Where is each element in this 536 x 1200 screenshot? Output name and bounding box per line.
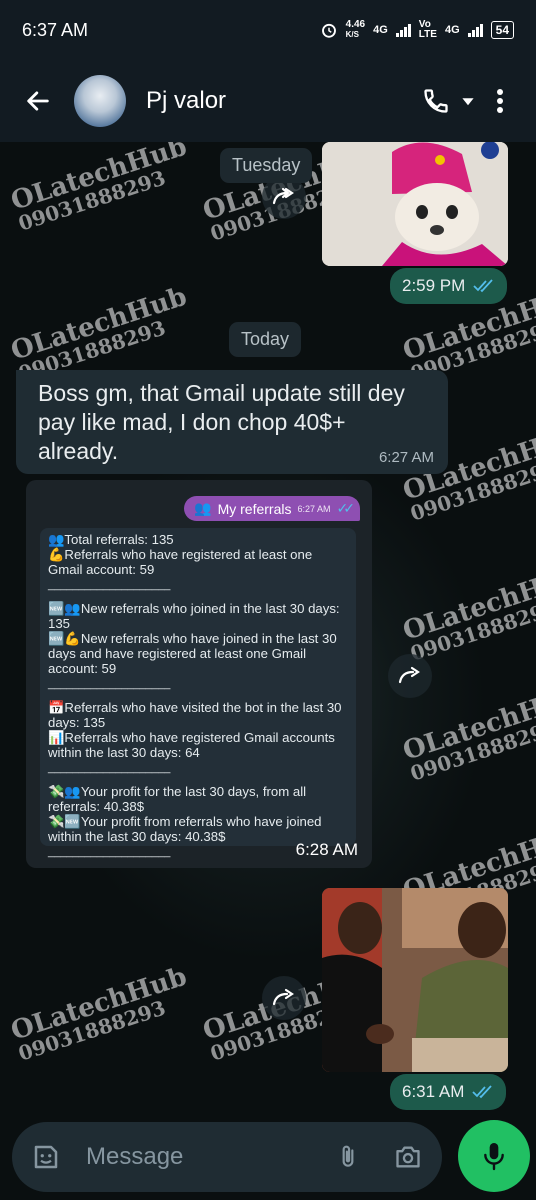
more-vert-icon [497,89,503,113]
battery-indicator: 54 [490,21,514,39]
back-arrow-icon [27,91,49,111]
camera-icon [396,1146,420,1168]
volte-indicator: Vo LTE [418,19,437,40]
watermark: OLatechHub09031888293 [7,140,191,236]
message-text: Boss gm, that Gmail update still dey pay… [38,380,405,464]
contact-avatar[interactable] [74,75,126,127]
referral-stat-line: 💪Referrals who have registered at least … [48,547,313,577]
camera-button[interactable] [388,1137,428,1177]
watermark: OLatechHub09031888293 [399,681,536,786]
phone-icon [424,89,448,113]
separator: ____________________ [48,579,171,591]
attach-icon [342,1145,354,1167]
back-button[interactable] [16,79,60,123]
sent-image[interactable] [322,888,508,1072]
handshake-photo [322,888,508,1072]
forward-button[interactable] [262,976,306,1020]
chat-header: Pj valor [0,60,536,142]
referral-stat-line: 🆕👥New referrals who joined in the last 3… [48,601,340,631]
forwarded-screenshot[interactable]: 👥 My referrals 6:27 AM ✓✓ 👥Total referral… [26,480,372,868]
emoji-icon [34,1145,58,1169]
forward-icon [272,988,294,1006]
status-bar: 6:37 AM 4.46 K/S 4G Vo LTE 4G 54 [0,0,536,60]
incoming-message[interactable]: Boss gm, that Gmail update still dey pay… [16,370,448,474]
status-icons: 4.46 K/S 4G Vo LTE 4G 54 [320,20,514,40]
network-speed: 4.46 K/S [345,19,366,40]
message-input[interactable]: Message [86,1143,328,1171]
image-timestamp: 2:59 PM [390,268,508,304]
menu-button[interactable] [480,79,520,123]
emoji-button[interactable] [26,1137,66,1177]
referral-stat-line: 📊Referrals who have registered Gmail acc… [48,730,335,760]
read-ticks-icon [472,1085,493,1099]
dog-photo [322,142,508,266]
call-options-button[interactable] [456,79,480,123]
separator: ____________________ [48,678,171,690]
forward-button[interactable] [262,175,306,219]
date-chip: Tuesday [220,148,313,183]
network-type-2: 4G [444,24,460,36]
separator: ____________________ [48,762,171,774]
attach-button[interactable] [328,1137,368,1177]
message-time: 6:27 AM [378,449,434,466]
signal-icon [467,23,483,37]
watermark: OLatechHub09031888293 [7,281,191,386]
referral-stat-line: 👥Total referrals: 135 [48,532,174,547]
referral-stat-line: 🆕💪New referrals who have joined in the l… [48,631,337,676]
watermark: OLatechHub09031888293 [399,561,536,666]
referral-stat-line: 📅Referrals who have visited the bot in t… [48,700,342,730]
date-chip: Today [229,322,302,357]
screenshot-time: 6:28 AM [295,840,358,859]
watermark: OLatechHub09031888293 [7,961,191,1066]
dropdown-icon [462,98,474,106]
call-button[interactable] [416,79,456,123]
referrals-command: 👥 My referrals 6:27 AM ✓✓ [184,496,360,521]
read-ticks-icon [473,279,493,293]
contact-name[interactable]: Pj valor [146,87,416,115]
image-timestamp: 6:31 AM [390,1074,507,1110]
forward-icon [398,666,420,684]
referral-stat-line: 💸👥Your profit for the last 30 days, from… [48,784,307,814]
mic-icon [484,1143,504,1171]
network-type-1: 4G [373,24,388,36]
message-composer: Message [12,1122,442,1192]
voice-record-button[interactable] [458,1120,530,1192]
status-time: 6:37 AM [22,19,89,40]
sent-image[interactable] [322,142,508,266]
referral-stats: 👥Total referrals: 135 💪Referrals who have… [40,528,356,858]
alarm-icon [321,23,336,38]
forward-button[interactable] [388,654,432,698]
signal-icon [395,23,411,37]
forward-icon [272,187,294,205]
